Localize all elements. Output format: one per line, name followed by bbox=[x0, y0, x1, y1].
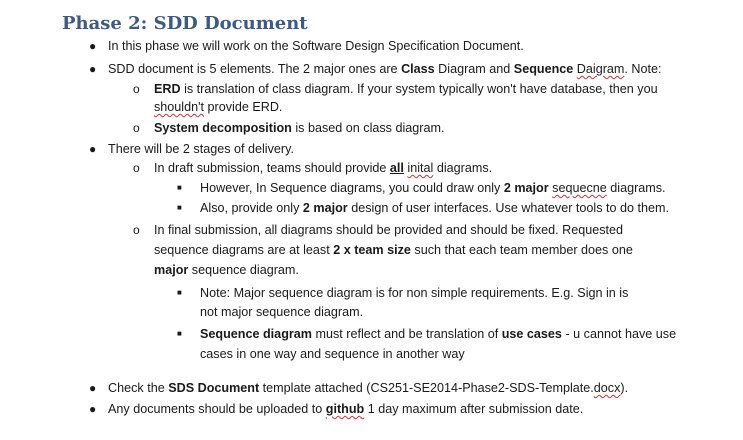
list-item: In final submission, all diagrams should… bbox=[154, 223, 624, 237]
page-title: Phase 2: SDD Document bbox=[62, 13, 308, 34]
list-item: There will be 2 stages of delivery. bbox=[108, 142, 294, 156]
list-item: In this phase we will work on the Softwa… bbox=[108, 39, 524, 53]
circle-bullet-icon: o bbox=[133, 121, 140, 135]
bullet-icon: ● bbox=[89, 39, 97, 53]
list-item: Also, provide only 2 major design of use… bbox=[200, 201, 670, 215]
list-item: In draft submission, teams should provid… bbox=[154, 161, 493, 175]
list-item-continuation: cases in one way and sequence in another… bbox=[200, 347, 465, 361]
square-bullet-icon: ■ bbox=[177, 288, 182, 297]
list-item-continuation: sequence diagrams are at least 2 x team … bbox=[154, 243, 633, 257]
list-item: Any documents should be uploaded to gith… bbox=[108, 402, 584, 416]
list-item-continuation: not major sequence diagram. bbox=[200, 305, 364, 319]
list-item: However, In Sequence diagrams, you could… bbox=[200, 181, 666, 195]
square-bullet-icon: ■ bbox=[177, 183, 182, 192]
circle-bullet-icon: o bbox=[133, 161, 140, 175]
square-bullet-icon: ■ bbox=[177, 329, 182, 338]
list-item-continuation: major sequence diagram. bbox=[154, 263, 299, 277]
list-item: Sequence diagram must reflect and be tra… bbox=[200, 327, 677, 341]
bullet-icon: ● bbox=[89, 62, 97, 76]
circle-bullet-icon: o bbox=[133, 223, 140, 237]
bullet-icon: ● bbox=[89, 402, 97, 416]
document-page: Phase 2: SDD Document ● In this phase we… bbox=[0, 0, 743, 440]
bullet-icon: ● bbox=[89, 381, 97, 395]
bullet-icon: ● bbox=[89, 142, 97, 156]
list-item: Note: Major sequence diagram is for non … bbox=[200, 286, 629, 300]
list-item: SDD document is 5 elements. The 2 major … bbox=[108, 62, 662, 76]
circle-bullet-icon: o bbox=[133, 82, 140, 96]
list-item: System decomposition is based on class d… bbox=[154, 121, 445, 135]
list-item: Check the SDS Document template attached… bbox=[108, 381, 629, 395]
square-bullet-icon: ■ bbox=[177, 203, 182, 212]
list-item-continuation: shouldn't provide ERD. bbox=[154, 100, 283, 114]
list-item: ERD is translation of class diagram. If … bbox=[154, 82, 658, 96]
